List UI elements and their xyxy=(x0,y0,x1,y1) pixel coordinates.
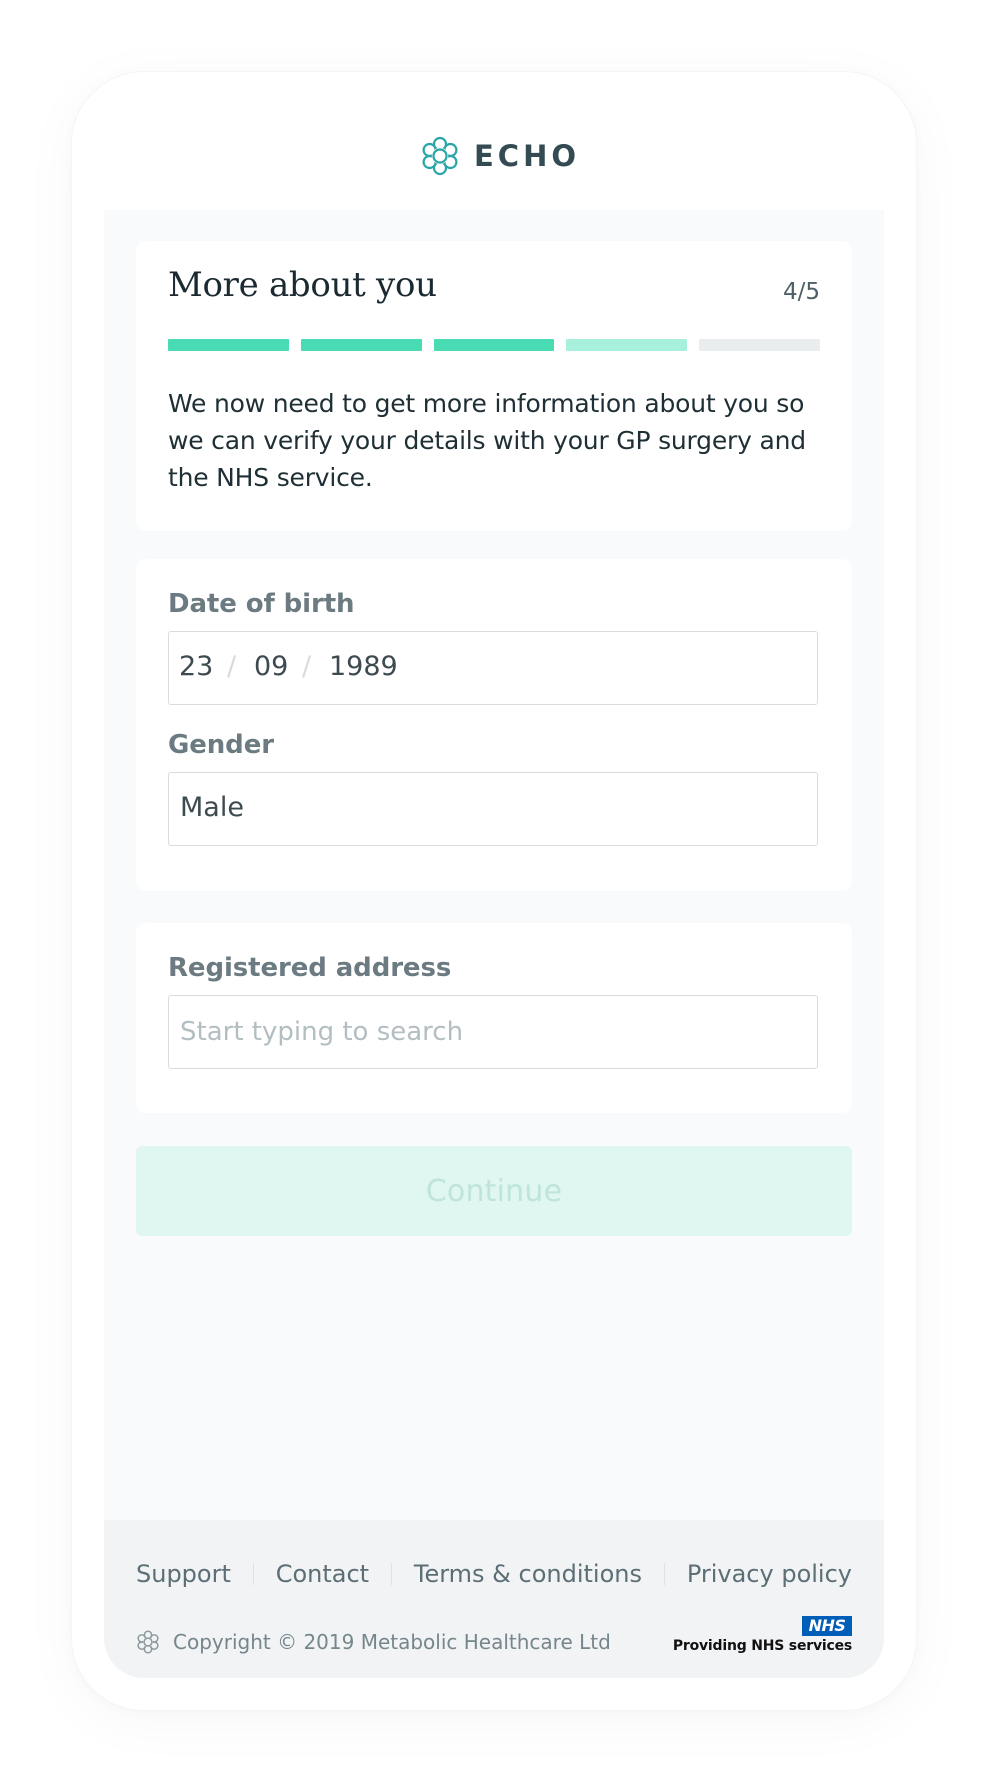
footer-links: Support Contact Terms & conditions Priva… xyxy=(136,1560,852,1588)
app-screen: ECHO More about you 4/5 We now need to g… xyxy=(104,104,884,1678)
continue-button[interactable]: Continue xyxy=(136,1146,852,1236)
progress-segment xyxy=(433,339,555,351)
progress-segment xyxy=(300,339,422,351)
progress-segment xyxy=(699,339,820,351)
footer-divider xyxy=(252,1563,255,1585)
intro-card: More about you 4/5 We now need to get mo… xyxy=(136,241,852,531)
personal-details-card: Date of birth 23 / 09 / 1989 Gender Male xyxy=(136,559,852,891)
nhs-logo: NHS xyxy=(802,1616,852,1636)
echo-small-logo-icon xyxy=(137,1630,159,1654)
footer-divider xyxy=(390,1563,393,1585)
copyright-text: Copyright © 2019 Metabolic Healthcare Lt… xyxy=(173,1630,611,1654)
progress-bar xyxy=(168,339,820,351)
address-label: Registered address xyxy=(168,953,452,983)
footer-link-support[interactable]: Support xyxy=(136,1560,231,1588)
brand-name: ECHO xyxy=(474,139,581,173)
address-card: Registered address xyxy=(136,923,852,1113)
dob-separator: / xyxy=(302,651,312,682)
app-header: ECHO xyxy=(104,104,884,210)
dob-label: Date of birth xyxy=(168,589,355,619)
dob-month[interactable]: 09 xyxy=(254,651,288,682)
gender-label: Gender xyxy=(168,730,274,760)
progress-segment xyxy=(168,339,289,351)
gender-value: Male xyxy=(180,792,244,823)
footer: Support Contact Terms & conditions Priva… xyxy=(104,1520,884,1678)
dob-year[interactable]: 1989 xyxy=(329,651,398,682)
gender-select[interactable]: Male xyxy=(168,772,818,846)
address-search-input[interactable] xyxy=(169,996,817,1068)
progress-segment xyxy=(566,339,688,351)
intro-text: We now need to get more information abou… xyxy=(168,389,806,492)
page-title: More about you xyxy=(168,265,437,305)
footer-link-terms[interactable]: Terms & conditions xyxy=(414,1560,642,1588)
address-field xyxy=(168,995,818,1069)
nhs-caption: Providing NHS services xyxy=(672,1638,852,1654)
dob-field[interactable]: 23 / 09 / 1989 xyxy=(168,631,818,705)
copyright: Copyright © 2019 Metabolic Healthcare Lt… xyxy=(136,1630,611,1654)
step-counter: 4/5 xyxy=(782,279,820,305)
dob-day[interactable]: 23 xyxy=(179,651,213,682)
echo-logo-icon xyxy=(422,136,458,176)
dob-separator: / xyxy=(227,651,237,682)
footer-link-contact[interactable]: Contact xyxy=(276,1560,369,1588)
footer-link-privacy[interactable]: Privacy policy xyxy=(687,1560,852,1588)
footer-divider xyxy=(663,1563,666,1585)
echo-logo[interactable]: ECHO xyxy=(420,134,580,178)
